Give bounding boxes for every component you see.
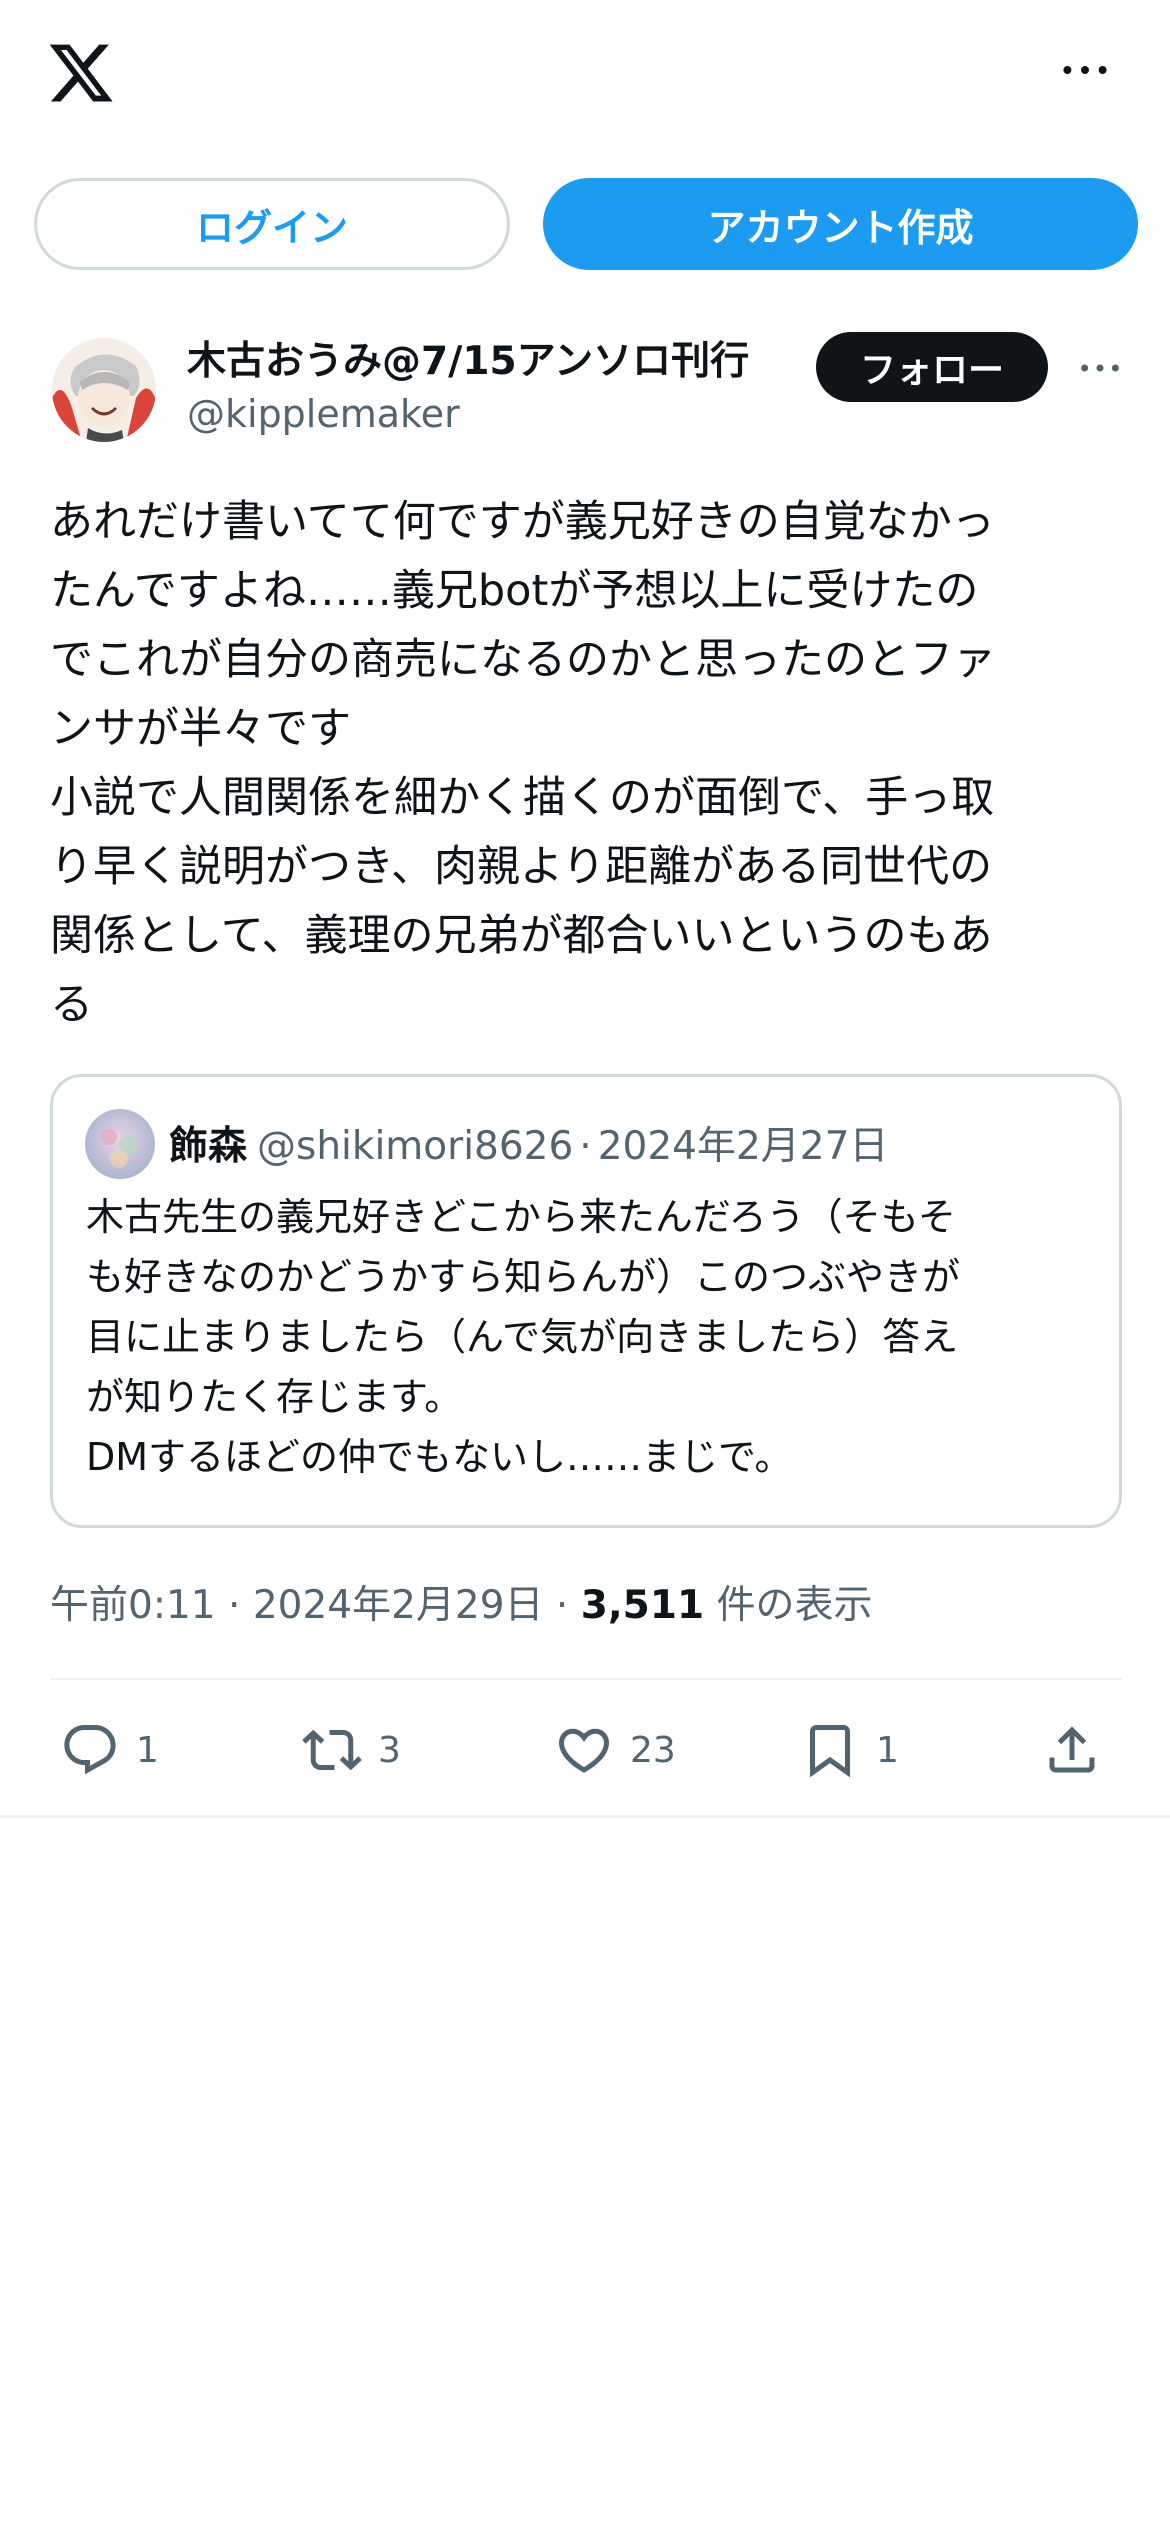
quote-author-handle: @shikimori8626 [257, 1124, 574, 1169]
bookmark-icon [810, 1725, 850, 1778]
tweet-date[interactable]: 2024年2月29日 [253, 1583, 544, 1628]
create-account-button[interactable]: アカウント作成 [543, 178, 1138, 270]
quote-avatar [85, 1109, 155, 1179]
login-button[interactable]: ログイン [34, 178, 510, 270]
bookmark-button[interactable]: 1 [800, 1710, 899, 1790]
retweet-icon [302, 1729, 362, 1771]
divider [50, 1678, 1122, 1680]
share-button[interactable] [1042, 1710, 1102, 1790]
tweet-meta: 午前0:11 · 2024年2月29日 · 3,511 件の表示 [50, 1574, 873, 1630]
quoted-tweet[interactable]: 飾森 @shikimori8626 · 2024年2月27日 木古先生の義兄好きどこか… [50, 1074, 1122, 1528]
divider [0, 1815, 1170, 1818]
retweet-count: 3 [378, 1729, 401, 1771]
separator: · [228, 1583, 241, 1628]
views-count: 3,511 [580, 1583, 705, 1628]
tweet-author: 木古おうみ@7/15アンソロ刊行 @kipplemaker フォロー [52, 330, 1132, 450]
quote-author-name: 飾森 [169, 1124, 248, 1169]
like-count: 23 [630, 1729, 676, 1771]
reply-button[interactable]: 1 [60, 1710, 159, 1790]
tweet-time[interactable]: 午前0:11 [50, 1583, 216, 1628]
x-logo-icon[interactable] [46, 38, 116, 108]
reply-count: 1 [136, 1729, 159, 1771]
more-horizontal-icon[interactable] [1055, 50, 1115, 90]
quote-date: 2024年2月27日 [597, 1124, 889, 1169]
more-horizontal-icon[interactable] [1072, 348, 1128, 388]
like-button[interactable]: 23 [554, 1710, 676, 1790]
author-name[interactable]: 木古おうみ@7/15アンソロ刊行 [187, 330, 749, 386]
views-label: 件の表示 [716, 1583, 873, 1628]
separator: · [579, 1124, 592, 1169]
heart-icon [558, 1728, 610, 1773]
follow-button[interactable]: フォロー [816, 332, 1048, 402]
auth-buttons: ログイン アカウント作成 [34, 178, 1138, 270]
avatar[interactable] [52, 338, 156, 442]
bookmark-count: 1 [876, 1729, 899, 1771]
author-handle[interactable]: @kipplemaker [187, 392, 460, 436]
share-icon [1049, 1726, 1095, 1773]
retweet-button[interactable]: 3 [302, 1710, 401, 1790]
top-bar [0, 0, 1170, 150]
reply-icon [64, 1725, 116, 1775]
quote-header: 飾森 @shikimori8626 · 2024年2月27日 [169, 1115, 888, 1171]
tweet-text: あれだけ書いてて何ですが義兄好きの自覚なかっ たんですよね……義兄botが予想以… [50, 497, 996, 1030]
action-bar: 1 3 23 1 [50, 1710, 1122, 1790]
quote-text: 木古先生の義兄好きどこから来たんだろう（そもそ も好きなのかどうかすら知らんが）… [86, 1195, 961, 1479]
separator: · [555, 1583, 569, 1628]
